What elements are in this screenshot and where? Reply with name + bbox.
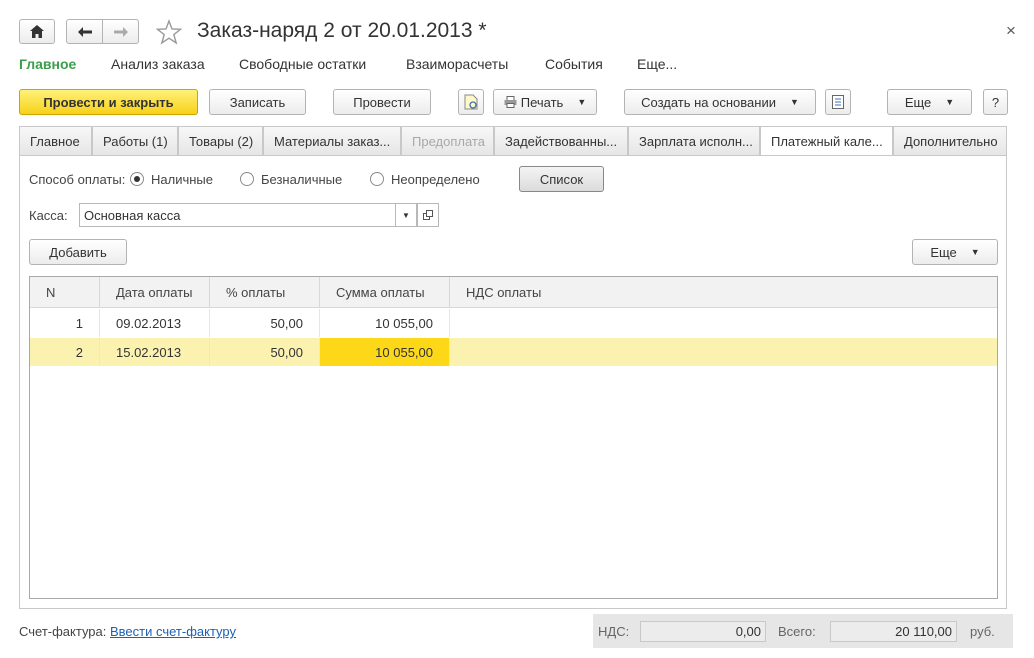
vat-total-value: 0,00 [640, 621, 766, 642]
cell-vat [450, 338, 997, 366]
cash-open-button[interactable] [417, 203, 439, 227]
nav-main[interactable]: Главное [19, 56, 76, 72]
cash-label: Касса: [29, 208, 68, 223]
tab-main[interactable]: Главное [19, 126, 92, 155]
home-button[interactable] [19, 19, 55, 44]
cash-value: Основная касса [84, 207, 181, 223]
more-label: Еще [904, 94, 932, 110]
create-based-on-label: Создать на основании [641, 94, 776, 110]
radio-noncash-label[interactable]: Безналичные [261, 172, 342, 187]
chevron-down-icon: ▼ [945, 97, 955, 107]
nav-settlements[interactable]: Взаиморасчеты [406, 56, 508, 72]
nav-events[interactable]: События [545, 56, 603, 72]
currency-label: руб. [970, 624, 995, 639]
radio-noncash[interactable] [240, 172, 254, 186]
open-window-icon [423, 210, 433, 220]
print-label: Печать [520, 94, 564, 110]
table-more-label: Еще [930, 244, 957, 260]
table-row[interactable]: 1 09.02.2013 50,00 10 055,00 [30, 309, 997, 337]
document-icon [832, 95, 844, 109]
column-header-n[interactable]: N [30, 277, 100, 308]
nav-order-analysis[interactable]: Анализ заказа [111, 56, 205, 72]
attach-file-button[interactable] [458, 89, 484, 115]
help-button[interactable]: ? [983, 89, 1008, 115]
tab-payment-calendar[interactable]: Платежный кале... [760, 126, 893, 156]
arrow-left-icon [77, 26, 92, 37]
radio-undefined-label[interactable]: Неопределено [391, 172, 480, 187]
tab-goods[interactable]: Товары (2) [178, 126, 263, 155]
arrow-right-icon [113, 26, 128, 37]
column-header-vat[interactable]: НДС оплаты [450, 277, 997, 308]
cell-percent: 50,00 [210, 309, 320, 337]
more-button[interactable]: Еще ▼ [887, 89, 972, 115]
post-and-close-button[interactable]: Провести и закрыть [19, 89, 198, 115]
invoice-label: Счет-фактура: [19, 624, 107, 639]
vat-label: НДС: [598, 624, 630, 639]
radio-cash-label[interactable]: Наличные [151, 172, 213, 187]
save-button[interactable]: Записать [209, 89, 306, 115]
create-based-on-button[interactable]: Создать на основании ▼ [624, 89, 816, 115]
radio-undefined[interactable] [370, 172, 384, 186]
radio-cash[interactable] [130, 172, 144, 186]
forward-button[interactable] [102, 19, 139, 44]
table-row-selected[interactable]: 2 15.02.2013 50,00 10 055,00 [30, 338, 997, 366]
chevron-down-icon: ▼ [789, 97, 799, 107]
cell-sum: 10 055,00 [320, 309, 450, 337]
tab-works[interactable]: Работы (1) [92, 126, 178, 155]
chevron-down-icon: ▼ [970, 247, 980, 257]
cash-field[interactable]: Основная касса [79, 203, 417, 227]
list-button[interactable]: Список [519, 166, 604, 192]
cell-vat [450, 309, 997, 337]
report-button[interactable] [825, 89, 851, 115]
cell-date: 15.02.2013 [100, 338, 210, 366]
chevron-down-icon: ▼ [577, 97, 587, 107]
tab-order-materials[interactable]: Материалы заказ... [263, 126, 401, 155]
printer-icon [504, 96, 517, 108]
cell-sum-active[interactable]: 10 055,00 [320, 338, 450, 366]
cell-date: 09.02.2013 [100, 309, 210, 337]
enter-invoice-link[interactable]: Ввести счет-фактуру [110, 624, 236, 639]
payment-method-label: Способ оплаты: [29, 172, 126, 187]
grand-total-value: 20 110,00 [830, 621, 957, 642]
column-header-sum[interactable]: Сумма оплаты [320, 277, 450, 308]
close-icon[interactable]: × [1006, 21, 1016, 41]
home-icon [30, 25, 44, 38]
add-button[interactable]: Добавить [29, 239, 127, 265]
back-button[interactable] [66, 19, 103, 44]
total-label: Всего: [778, 624, 816, 639]
document-clip-icon [464, 94, 478, 110]
cell-n: 2 [30, 338, 100, 366]
tab-involved[interactable]: Задействованны... [494, 126, 628, 155]
tab-additional[interactable]: Дополнительно [893, 126, 1007, 155]
favorite-star-icon[interactable] [155, 19, 183, 45]
table-header: N Дата оплаты % оплаты Сумма оплаты НДС … [30, 277, 997, 308]
tab-prepayment[interactable]: Предоплата [401, 126, 494, 155]
cell-percent: 50,00 [210, 338, 320, 366]
print-button[interactable]: Печать ▼ [493, 89, 597, 115]
table-more-button[interactable]: Еще ▼ [912, 239, 998, 265]
post-button[interactable]: Провести [333, 89, 431, 115]
cash-dropdown-button[interactable]: ▼ [395, 203, 417, 227]
column-header-date[interactable]: Дата оплаты [100, 277, 210, 308]
page-title: Заказ-наряд 2 от 20.01.2013 * [197, 19, 487, 42]
nav-more[interactable]: Еще... [637, 56, 677, 72]
nav-free-stock[interactable]: Свободные остатки [239, 56, 366, 72]
cell-n: 1 [30, 309, 100, 337]
payment-table[interactable]: N Дата оплаты % оплаты Сумма оплаты НДС … [29, 276, 998, 599]
tab-salary[interactable]: Зарплата исполн... [628, 126, 760, 155]
chevron-down-icon: ▼ [402, 210, 410, 220]
column-header-percent[interactable]: % оплаты [210, 277, 320, 308]
